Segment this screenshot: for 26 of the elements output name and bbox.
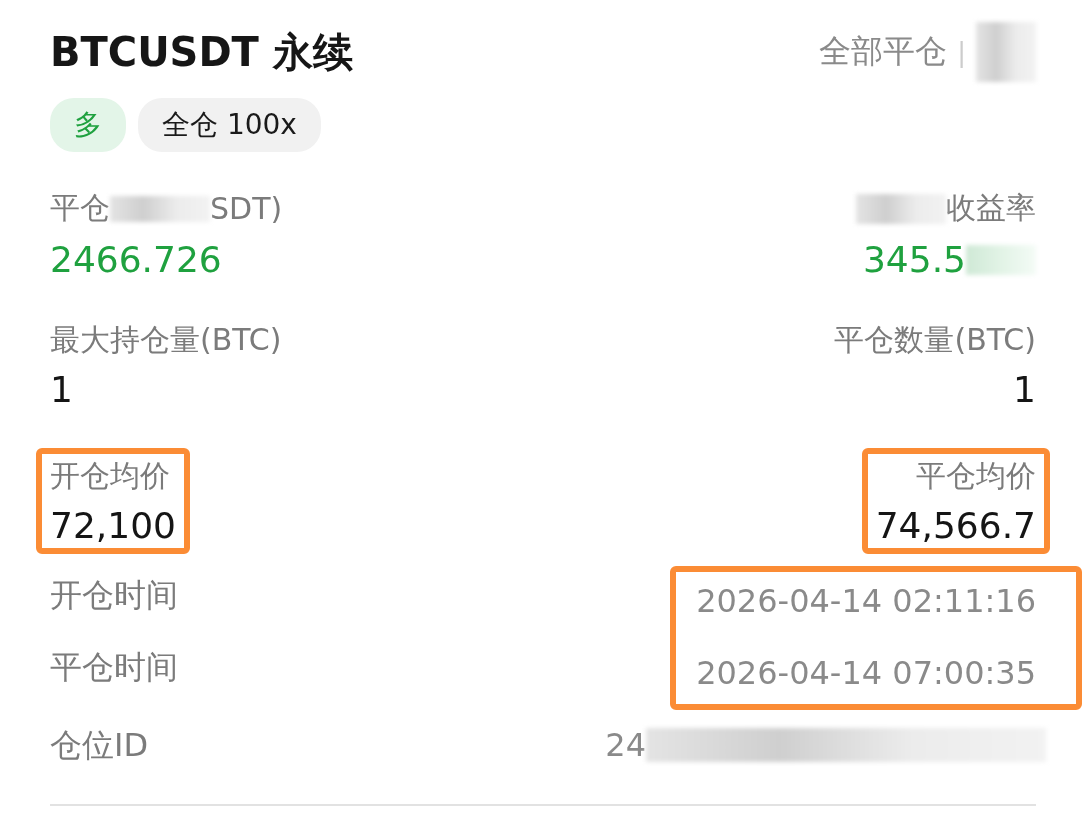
field-label: 开仓均价 — [50, 457, 170, 495]
time-label: 开仓时间 — [50, 575, 178, 616]
blurred-patch — [966, 244, 1036, 275]
position-id-value: 24 — [605, 725, 646, 766]
field-value: 72,100 — [50, 505, 176, 546]
time-value: 2026-04-14 02:11:16 — [696, 581, 1036, 622]
pnl-value: 2466.726 — [50, 239, 222, 280]
pnl-label: 平仓 — [50, 189, 110, 227]
side-tag: 多 — [50, 98, 126, 152]
time-label: 平仓时间 — [50, 647, 178, 688]
blurred-patch — [976, 22, 1036, 82]
time-value: 2026-04-14 07:00:35 — [696, 653, 1036, 694]
roi-value: 345.5 — [862, 239, 966, 280]
field-label: 最大持仓量(BTC) — [50, 321, 282, 359]
field-value: 1 — [50, 369, 73, 410]
pair-title: BTCUSDT 永续 — [50, 27, 353, 77]
close-all-link[interactable]: 全部平仓 — [819, 30, 948, 74]
field-label: 平仓均价 — [916, 457, 1036, 495]
field-value: 74,566.7 — [875, 505, 1036, 546]
position-id-label: 仓位ID — [50, 725, 149, 766]
field-label: 平仓数量(BTC) — [834, 321, 1036, 359]
separator: | — [957, 37, 966, 67]
margin-tag: 全仓 100x — [138, 98, 321, 152]
pnl-label: SDT) — [210, 191, 283, 226]
roi-label: 收益率 — [946, 189, 1036, 227]
field-value: 1 — [1013, 369, 1036, 410]
